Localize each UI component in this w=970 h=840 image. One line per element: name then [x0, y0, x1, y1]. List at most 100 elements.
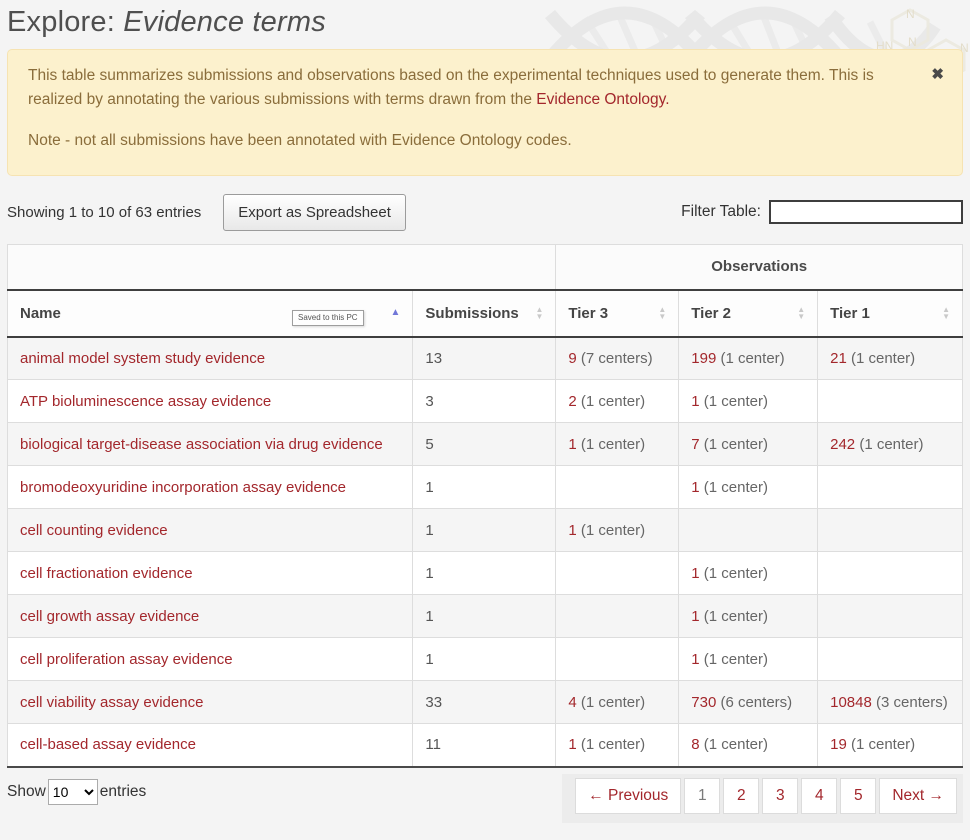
- tier3-cell: [556, 595, 679, 638]
- tier1-centers: (1 center): [847, 350, 915, 367]
- tier3-cell: [556, 466, 679, 509]
- evidence-term-link[interactable]: cell counting evidence: [20, 522, 168, 539]
- page-title-prefix: Explore:: [7, 6, 123, 38]
- submissions-count: 3: [413, 380, 556, 423]
- tier1-cell: [818, 466, 963, 509]
- tier3-count: 1: [568, 436, 576, 453]
- evidence-term-link[interactable]: cell growth assay evidence: [20, 608, 199, 625]
- tier2-centers: (1 center): [700, 651, 768, 668]
- sort-both-icon: ▲▼: [797, 306, 805, 320]
- tier3-centers: (1 center): [577, 393, 645, 410]
- sort-both-icon: ▲▼: [658, 306, 666, 320]
- tier2-cell: 1 (1 center): [679, 595, 818, 638]
- group-header-empty: [8, 245, 556, 290]
- pagination-page-5[interactable]: 5: [840, 778, 876, 814]
- tier2-count: 1: [691, 608, 699, 625]
- evidence-term-link[interactable]: cell fractionation evidence: [20, 565, 193, 582]
- tier1-cell: 19 (1 center): [818, 724, 963, 767]
- tier2-centers: (1 center): [700, 565, 768, 582]
- submissions-count: 1: [413, 638, 556, 681]
- column-header-tier2[interactable]: Tier 2 ▲▼: [679, 290, 818, 337]
- tier1-cell: 10848 (3 centers): [818, 681, 963, 724]
- tier3-count: 1: [568, 736, 576, 753]
- close-icon[interactable]: ✖: [931, 64, 944, 85]
- tier1-cell: [818, 638, 963, 681]
- tier3-count: 2: [568, 393, 576, 410]
- alert-text-before-link: This table summarizes submissions and ob…: [28, 67, 874, 108]
- evidence-term-link[interactable]: cell-based assay evidence: [20, 736, 196, 753]
- tier3-cell: 4 (1 center): [556, 681, 679, 724]
- table-row: bromodeoxyuridine incorporation assay ev…: [8, 466, 963, 509]
- tier2-centers: (6 centers): [716, 694, 792, 711]
- tier2-cell: 199 (1 center): [679, 337, 818, 380]
- pagination-page-1[interactable]: 1: [684, 778, 720, 814]
- group-header-observations: Observations: [556, 245, 963, 290]
- tier1-count: 19: [830, 736, 847, 753]
- tier1-cell: 242 (1 center): [818, 423, 963, 466]
- evidence-term-link[interactable]: bromodeoxyuridine incorporation assay ev…: [20, 479, 346, 496]
- tier2-count: 8: [691, 736, 699, 753]
- tier1-cell: [818, 380, 963, 423]
- tier1-cell: [818, 552, 963, 595]
- table-row: cell fractionation evidence 1 1 (1 center): [8, 552, 963, 595]
- evidence-term-link[interactable]: animal model system study evidence: [20, 350, 265, 367]
- column-header-tier3-label: Tier 3: [568, 305, 608, 322]
- tier3-centers: (1 center): [577, 436, 645, 453]
- tier2-cell: 1 (1 center): [679, 380, 818, 423]
- pagination-page-4[interactable]: 4: [801, 778, 837, 814]
- tier2-count: 1: [691, 565, 699, 582]
- tier3-centers: (7 centers): [577, 350, 653, 367]
- submissions-count: 13: [413, 337, 556, 380]
- tier3-count: 1: [568, 522, 576, 539]
- table-row: cell proliferation assay evidence 1 1 (1 c…: [8, 638, 963, 681]
- show-label: Show: [7, 783, 46, 801]
- evidence-term-link[interactable]: ATP bioluminescence assay evidence: [20, 393, 271, 410]
- entries-label: entries: [100, 783, 147, 801]
- page-title-term: Evidence terms: [123, 6, 326, 38]
- tier3-cell: [556, 552, 679, 595]
- evidence-ontology-link-period: .: [665, 91, 669, 108]
- table-row: cell growth assay evidence11 (1 center): [8, 595, 963, 638]
- filter-table-input[interactable]: [769, 200, 963, 224]
- saved-to-pc-tooltip: Saved to this PC: [292, 310, 364, 326]
- column-header-tier3[interactable]: Tier 3 ▲▼: [556, 290, 679, 337]
- tier1-centers: (1 center): [855, 436, 923, 453]
- evidence-term-link[interactable]: biological target-disease association vi…: [20, 436, 383, 453]
- evidence-ontology-link[interactable]: Evidence Ontology: [536, 91, 665, 108]
- tier2-cell: [679, 509, 818, 552]
- pagination-page-2[interactable]: 2: [723, 778, 759, 814]
- page-size-select[interactable]: 10: [48, 779, 98, 805]
- tier2-cell: 730 (6 centers): [679, 681, 818, 724]
- submissions-count: 1: [413, 595, 556, 638]
- tier2-centers: (1 center): [700, 608, 768, 625]
- export-spreadsheet-button[interactable]: Export as Spreadsheet: [223, 194, 406, 231]
- tier2-cell: 1 (1 center): [679, 638, 818, 681]
- tier3-cell: [556, 638, 679, 681]
- tier2-cell: 8 (1 center): [679, 724, 818, 767]
- tier3-centers: (1 center): [577, 736, 645, 753]
- evidence-term-link[interactable]: cell viability assay evidence: [20, 694, 203, 711]
- info-alert: ✖ This table summarizes submissions and …: [7, 49, 963, 176]
- column-header-submissions[interactable]: Submissions ▲▼: [413, 290, 556, 337]
- pagination-next-button[interactable]: Next →: [879, 778, 957, 814]
- tier2-centers: (1 center): [700, 736, 768, 753]
- tier2-centers: (1 center): [700, 479, 768, 496]
- tier3-cell: 1 (1 center): [556, 423, 679, 466]
- submissions-count: 1: [413, 466, 556, 509]
- column-header-tier1[interactable]: Tier 1 ▲▼: [818, 290, 963, 337]
- tier3-centers: (1 center): [577, 694, 645, 711]
- evidence-term-link[interactable]: cell proliferation assay evidence: [20, 651, 233, 668]
- tier2-count: 199: [691, 350, 716, 367]
- sort-both-icon: ▲▼: [535, 306, 543, 320]
- table-footer: Show 10 entries ← Previous12345Next →: [7, 774, 963, 823]
- filter-table-label: Filter Table:: [681, 203, 761, 221]
- pagination-previous-button[interactable]: ← Previous: [575, 778, 681, 814]
- submissions-count: 33: [413, 681, 556, 724]
- column-header-tier1-label: Tier 1: [830, 305, 870, 322]
- table-body: animal model system study evidence139 (7…: [8, 337, 963, 767]
- table-row: animal model system study evidence139 (7…: [8, 337, 963, 380]
- tier3-cell: 1 (1 center): [556, 724, 679, 767]
- pagination-page-3[interactable]: 3: [762, 778, 798, 814]
- tier1-centers: (3 centers): [872, 694, 948, 711]
- submissions-count: 1: [413, 552, 556, 595]
